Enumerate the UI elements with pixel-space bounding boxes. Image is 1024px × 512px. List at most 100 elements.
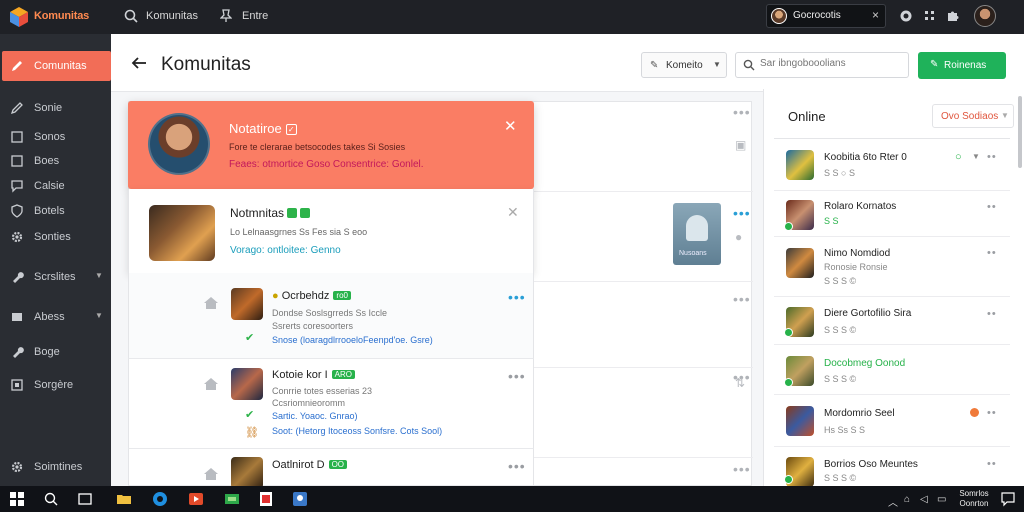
square-icon — [12, 313, 22, 321]
folder-icon[interactable] — [116, 491, 132, 507]
notification-body: Fore te clerarae betsocodes takes Si Sos… — [229, 142, 406, 152]
sidebar: Comunitas Sonie Sonos Boes Calsie Botels… — [0, 34, 111, 486]
windows-start-icon[interactable] — [9, 491, 25, 507]
more-icon[interactable]: •• — [987, 458, 997, 470]
close-icon[interactable]: ✕ — [504, 117, 517, 135]
notification-center-icon[interactable] — [1000, 491, 1016, 507]
top-nav-communities[interactable]: Komunitas — [146, 10, 198, 22]
more-icon[interactable]: •• — [987, 407, 997, 419]
post-card[interactable]: Notmnitas Lo Lelnaasgrnes Ss Fes sia S e… — [128, 189, 534, 273]
close-icon[interactable]: × — [872, 8, 879, 22]
volume-icon[interactable]: ◁ — [920, 494, 928, 505]
sidebar-item-communities[interactable]: Comunitas — [0, 55, 111, 77]
sidebar-item-settings[interactable]: Soimtines — [0, 456, 111, 478]
media-card[interactable]: Nusoans — [673, 203, 721, 265]
sort-icon[interactable]: ⇅ — [735, 376, 745, 390]
checkbox-icon[interactable]: ✓ — [285, 124, 297, 135]
filter-select[interactable]: ✎ Komeito ▼ — [641, 52, 727, 78]
sidebar-item-scrslites[interactable]: Scrslites ▼ — [0, 266, 111, 288]
pin-icon[interactable] — [220, 9, 232, 23]
sidebar-item-botels[interactable]: Botels — [0, 200, 111, 222]
more-icon[interactable]: ••• — [733, 291, 751, 307]
sidebar-item-calsie[interactable]: Calsie — [0, 175, 111, 197]
more-icon[interactable]: ••• — [733, 461, 751, 477]
search-icon[interactable] — [43, 491, 59, 507]
online-user-row[interactable]: Diere Gortofilio Sira S S S © •• — [774, 297, 1010, 345]
app-logo-text[interactable]: Komunitas — [34, 10, 89, 22]
more-icon[interactable]: ••• — [733, 205, 751, 221]
top-nav-secondary[interactable]: Entre — [242, 10, 268, 22]
sidebar-item-abess[interactable]: Abess ▼ — [0, 306, 111, 328]
more-icon[interactable]: •• — [987, 151, 997, 163]
user-name: Nimo Nomdiod — [824, 248, 891, 259]
scrollbar[interactable] — [1018, 96, 1022, 168]
comment-item[interactable]: Oatlnirot D OO ••• — [128, 449, 534, 489]
online-user-row[interactable]: Rolaro Kornatos S S •• — [774, 191, 1010, 237]
close-icon[interactable]: ✕ — [507, 204, 519, 221]
community-app-icon[interactable] — [292, 491, 308, 507]
grid-icon[interactable] — [923, 9, 937, 23]
sidebar-item-sonie[interactable]: Sonie — [0, 97, 111, 119]
sidebar-item-label: Soimtines — [34, 461, 83, 473]
comment-item[interactable]: ✔ ⛓ Kotoie kor I ARO Conrrie totes esseri… — [128, 359, 534, 449]
user-name: Docobmeg Oonod — [824, 358, 906, 369]
online-user-row[interactable]: Mordomrio Seel Hs Ss S S •• — [774, 395, 1010, 447]
sidebar-item-boge[interactable]: Boge — [0, 341, 111, 363]
info-icon[interactable]: ● — [735, 230, 742, 244]
notification-card[interactable]: Notatiroe ✓ Fore te clerarae betsocodes t… — [128, 101, 534, 189]
filter-select-value: Komeito — [666, 60, 703, 71]
document-app-icon[interactable] — [258, 491, 274, 507]
pin-icon[interactable]: ▣ — [735, 138, 746, 152]
task-view-icon[interactable] — [77, 491, 93, 507]
avatar — [786, 150, 814, 180]
more-icon[interactable]: ••• — [508, 458, 526, 474]
user-chip[interactable]: Gocrocotis × — [766, 4, 886, 28]
more-icon[interactable]: ••• — [508, 368, 526, 384]
browser-icon[interactable] — [152, 491, 168, 507]
sidebar-item-sonties[interactable]: Sonties — [0, 226, 111, 248]
more-icon[interactable]: •• — [987, 201, 997, 213]
search-icon — [743, 59, 755, 71]
comment-item[interactable]: ✔ ● Ocrbehdz ro0 Dondse Soslsgrreds Ss Ic… — [128, 273, 534, 359]
online-filter-select[interactable]: Ovo Sodiaos ▼ — [932, 104, 1014, 128]
user-status: S S — [824, 216, 839, 226]
home-icon — [204, 468, 218, 480]
chevron-down-icon: ▼ — [713, 60, 721, 69]
online-user-row[interactable]: Borrios Oso Meuntes S S S © •• — [774, 447, 1010, 487]
battery-icon[interactable]: ▭ — [937, 494, 946, 505]
clock-date: Oonrton — [959, 499, 989, 508]
page-title: Komunitas — [161, 54, 251, 75]
more-icon[interactable]: •• — [987, 308, 997, 320]
notification-icon[interactable] — [899, 9, 913, 23]
comment-text: Ssrerts coresoorters — [272, 321, 354, 331]
primary-action-button[interactable]: ✎ Roinenas — [918, 52, 1006, 79]
network-icon[interactable]: ⌂ — [904, 494, 910, 505]
profile-avatar[interactable] — [974, 5, 996, 27]
online-user-row[interactable]: Docobmeg Oonod S S S © — [774, 345, 1010, 395]
search-icon[interactable] — [124, 9, 138, 23]
logo-icon[interactable] — [8, 6, 30, 28]
sidebar-item-label: Sonos — [34, 131, 66, 143]
system-clock[interactable]: Somrlos Oonrton — [956, 489, 992, 509]
sidebar-item-boes[interactable]: Boes — [0, 150, 111, 172]
media-app-icon[interactable] — [188, 491, 204, 507]
sidebar-item-sorgere[interactable]: Sorgère — [0, 374, 111, 396]
chevron-down-icon[interactable]: ▼ — [972, 152, 980, 161]
more-icon[interactable]: ••• — [733, 104, 751, 120]
sidebar-item-sonos[interactable]: Sonos — [0, 126, 111, 148]
online-user-row[interactable]: Koobitia 6to Rter 0 S S ○ S ○ ▼ •• — [774, 140, 1010, 191]
search-input[interactable] — [760, 58, 900, 69]
more-icon[interactable]: •• — [987, 247, 997, 259]
back-arrow-icon[interactable] — [131, 56, 147, 70]
chevron-up-icon[interactable]: ︿ — [888, 494, 898, 509]
sidebar-item-label: Boge — [34, 346, 60, 358]
search-box[interactable] — [735, 52, 909, 78]
puzzle-icon[interactable] — [946, 9, 960, 23]
wrench-icon — [13, 272, 24, 283]
more-icon[interactable]: ••• — [508, 289, 526, 305]
game-app-icon[interactable] — [224, 491, 240, 507]
chevron-down-icon: ▼ — [95, 311, 103, 320]
top-bar: Komunitas Komunitas Entre Gocrocotis × — [0, 0, 1024, 34]
user-name: Borrios Oso Meuntes — [824, 459, 918, 470]
online-user-row[interactable]: Nimo Nomdiod Ronosie Ronsie S S S © •• — [774, 237, 1010, 297]
